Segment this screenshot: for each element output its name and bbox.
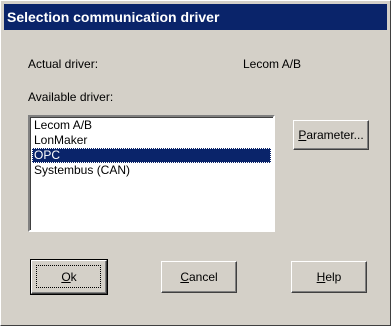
driver-list-item[interactable]: LonMaker [32, 133, 271, 148]
actual-driver-label: Actual driver: [28, 57, 99, 71]
driver-list-item[interactable]: Lecom A/B [32, 118, 271, 133]
ok-label: k [70, 270, 77, 284]
parameter-label: arameter... [306, 128, 364, 142]
parameter-button[interactable]: Parameter... [293, 120, 369, 150]
driver-list-item-selected[interactable]: OPC [32, 148, 271, 163]
driver-listbox[interactable]: Lecom A/B LonMaker OPC Systembus (CAN) [28, 115, 275, 232]
ok-mnemonic: O [61, 270, 71, 284]
driver-list-item[interactable]: Systembus (CAN) [32, 163, 271, 178]
help-label: elp [325, 270, 342, 284]
selection-driver-dialog: Selection communication driver Actual dr… [0, 0, 391, 326]
available-driver-label: Available driver: [28, 90, 114, 104]
help-button[interactable]: Help [291, 261, 367, 293]
cancel-mnemonic: C [180, 270, 189, 284]
cancel-label: ancel [188, 270, 218, 284]
dialog-title: Selection communication driver [4, 4, 387, 30]
actual-driver-value: Lecom A/B [243, 57, 302, 71]
ok-button[interactable]: Ok [30, 259, 108, 295]
cancel-button[interactable]: Cancel [161, 261, 237, 293]
